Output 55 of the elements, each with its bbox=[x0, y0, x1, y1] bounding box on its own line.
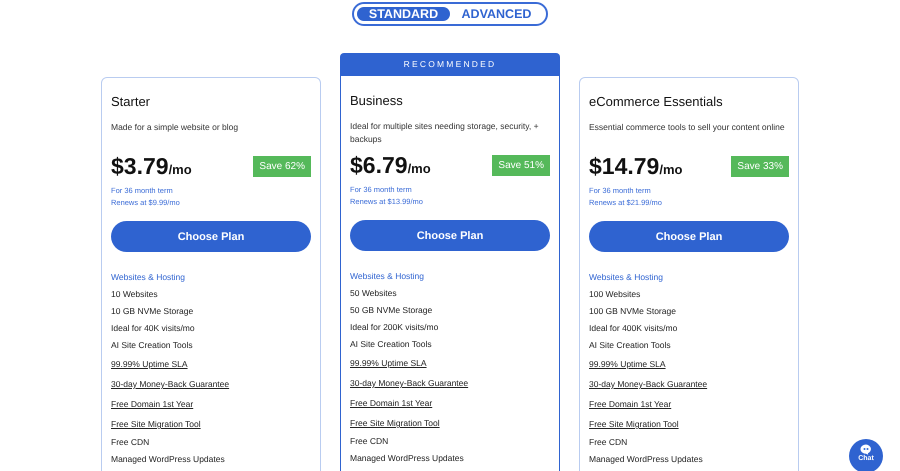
feature-heading: Websites & Hosting bbox=[111, 271, 186, 284]
feature-item: Managed WordPress Updates bbox=[589, 453, 703, 466]
price-amount: $6.79 bbox=[350, 152, 408, 178]
plan-name: Starter bbox=[111, 94, 152, 109]
plan-name: Business bbox=[350, 93, 404, 108]
feature-item: 100 GB NVMe Storage bbox=[589, 305, 676, 318]
feature-item: Free CDN bbox=[589, 436, 628, 449]
price-amount: $14.79 bbox=[589, 153, 660, 179]
toggle-tab[interactable]: STANDARD bbox=[357, 7, 450, 21]
choose-plan-button[interactable]: Choose Plan bbox=[350, 220, 550, 251]
plan-description: Essential commerce tools to sell your content online bbox=[589, 121, 786, 134]
plan-description: Ideal for multiple sites needing storage, security, + backups bbox=[350, 120, 540, 146]
feature-link[interactable]: 30-day Money-Back Guarantee bbox=[589, 374, 708, 394]
choose-plan-button[interactable]: Choose Plan bbox=[111, 221, 311, 252]
feature-item: 100 Websites bbox=[589, 288, 640, 301]
chat-bubble-icon bbox=[860, 444, 872, 455]
feature-link[interactable]: Free Domain 1st Year bbox=[589, 394, 672, 414]
feature-link[interactable]: 30-day Money-Back Guarantee bbox=[350, 373, 468, 393]
feature-item: AI Site Creation Tools bbox=[111, 339, 193, 352]
feature-link[interactable]: Free Site Migration Tool bbox=[589, 414, 679, 434]
feature-heading: Websites & Hosting bbox=[589, 271, 664, 284]
plan-name: eCommerce Essentials bbox=[589, 94, 724, 109]
feature-link[interactable]: 30-day Money-Back Guarantee bbox=[111, 374, 230, 394]
feature-item: Ideal for 40K visits/mo bbox=[111, 322, 195, 335]
save-badge: Save 62% bbox=[253, 156, 311, 177]
feature-link[interactable]: Free Domain 1st Year bbox=[350, 393, 432, 413]
feature-item: Free CDN bbox=[111, 436, 150, 449]
price-amount: $3.79 bbox=[111, 153, 169, 179]
feature-heading: Websites & Hosting bbox=[350, 270, 424, 283]
feature-item: Ideal for 200K visits/mo bbox=[350, 321, 438, 334]
feature-link[interactable]: Free Domain 1st Year bbox=[111, 394, 194, 414]
feature-item: 10 GB NVMe Storage bbox=[111, 305, 194, 318]
feature-link[interactable]: 99.99% Uptime SLA bbox=[350, 353, 427, 373]
feature-item: Managed WordPress Updates bbox=[111, 453, 225, 466]
choose-plan-button[interactable]: Choose Plan bbox=[589, 221, 789, 252]
save-badge: Save 51% bbox=[492, 155, 550, 176]
toggle-tab[interactable]: ADVANCED bbox=[450, 7, 543, 21]
recommended-banner: RECOMMENDED bbox=[340, 53, 560, 76]
feature-item: Free CDN bbox=[350, 435, 388, 448]
feature-item: Managed WordPress Updates bbox=[350, 452, 464, 465]
feature-item: 50 Websites bbox=[350, 287, 397, 300]
price-unit: /mo bbox=[168, 162, 192, 177]
feature-item: Ideal for 400K visits/mo bbox=[589, 322, 678, 335]
price-unit: /mo bbox=[408, 161, 431, 176]
feature-link[interactable]: 99.99% Uptime SLA bbox=[111, 354, 188, 374]
feature-link[interactable]: Free Site Migration Tool bbox=[350, 413, 440, 433]
price-unit: /mo bbox=[659, 162, 682, 177]
feature-item: AI Site Creation Tools bbox=[589, 339, 671, 352]
feature-link[interactable]: 99.99% Uptime SLA bbox=[589, 354, 666, 374]
save-badge: Save 33% bbox=[731, 156, 789, 177]
feature-item: 50 GB NVMe Storage bbox=[350, 304, 432, 317]
feature-link[interactable]: Free Site Migration Tool bbox=[111, 414, 201, 434]
feature-item: AI Site Creation Tools bbox=[350, 338, 432, 351]
plan-description: Made for a simple website or blog bbox=[111, 121, 240, 134]
feature-item: 10 Websites bbox=[111, 288, 158, 301]
